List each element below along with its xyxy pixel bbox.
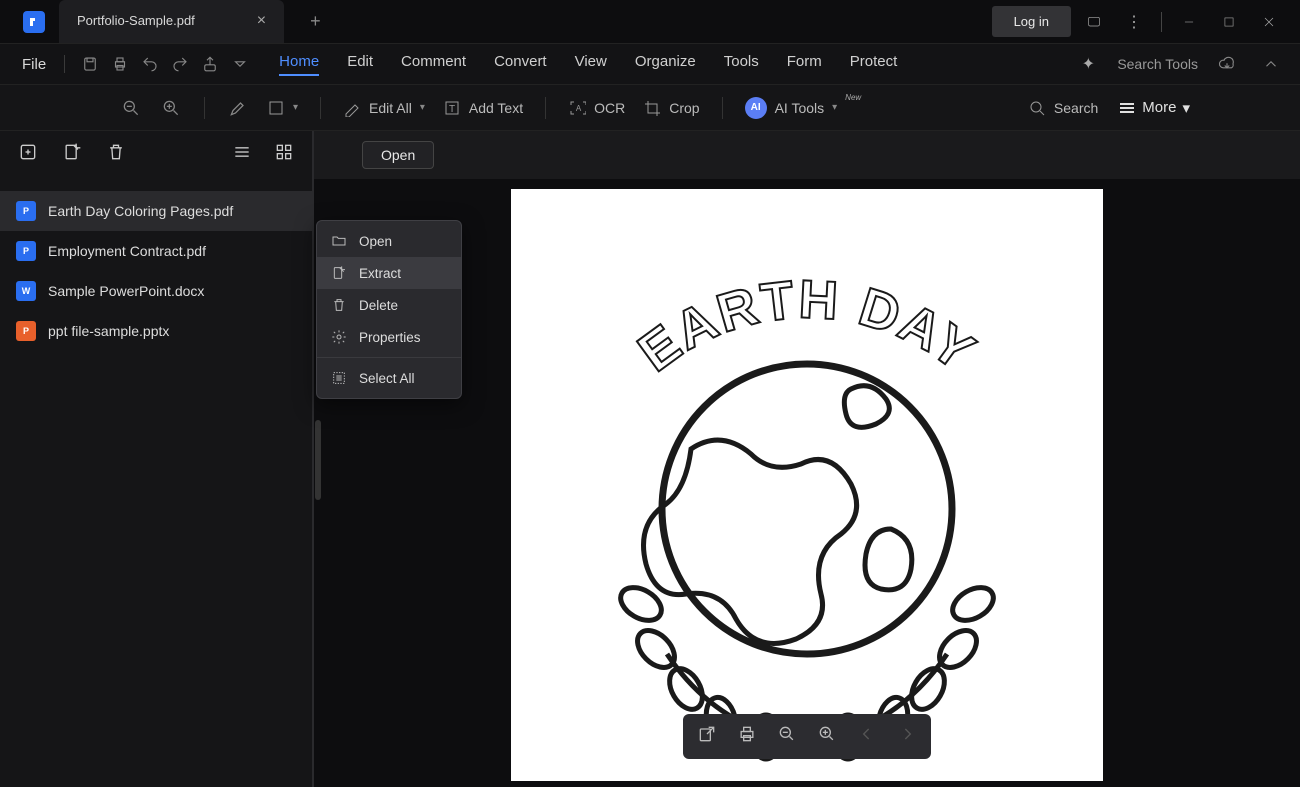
page-controls bbox=[683, 714, 931, 759]
titlebar: Portfolio-Sample.pdf × + Log in ⋮ bbox=[0, 0, 1300, 43]
tab-form[interactable]: Form bbox=[787, 53, 822, 76]
chevron-up-icon[interactable] bbox=[1256, 49, 1286, 79]
tab-title: Portfolio-Sample.pdf bbox=[77, 13, 195, 28]
file-item[interactable]: PEarth Day Coloring Pages.pdf bbox=[0, 191, 312, 231]
ctx-select-all[interactable]: Select All bbox=[317, 362, 461, 394]
word-icon: W bbox=[16, 281, 36, 301]
folder-icon bbox=[331, 233, 347, 249]
open-external-icon[interactable] bbox=[697, 724, 717, 749]
tab-tools[interactable]: Tools bbox=[724, 53, 759, 76]
close-tab-icon[interactable]: × bbox=[257, 12, 266, 30]
ctx-open[interactable]: Open bbox=[317, 225, 461, 257]
window-minimize-icon[interactable] bbox=[1172, 5, 1206, 39]
save-icon[interactable] bbox=[75, 49, 105, 79]
tab-comment[interactable]: Comment bbox=[401, 53, 466, 76]
zoom-out-page-icon[interactable] bbox=[777, 724, 797, 749]
extract-icon bbox=[331, 265, 347, 281]
sidebar-toolbar bbox=[0, 131, 312, 177]
dropdown-icon[interactable] bbox=[225, 49, 255, 79]
window-close-icon[interactable] bbox=[1252, 5, 1286, 39]
more-button[interactable]: More▾ bbox=[1118, 99, 1190, 117]
kebab-menu-icon[interactable]: ⋮ bbox=[1117, 5, 1151, 39]
tab-convert[interactable]: Convert bbox=[494, 53, 547, 76]
ctx-extract[interactable]: Extract bbox=[317, 257, 461, 289]
search-tools-input[interactable]: Search Tools bbox=[1117, 56, 1198, 72]
zoom-in-page-icon[interactable] bbox=[817, 724, 837, 749]
open-bar: Open bbox=[314, 131, 1300, 179]
document-content: EARTH DAY bbox=[511, 189, 1103, 781]
cloud-icon[interactable] bbox=[1212, 49, 1242, 79]
pdf-icon: P bbox=[16, 241, 36, 261]
extract-icon[interactable] bbox=[62, 142, 82, 167]
powerpoint-icon: P bbox=[16, 321, 36, 341]
add-file-icon[interactable] bbox=[18, 142, 38, 167]
sidebar: PEarth Day Coloring Pages.pdf PEmploymen… bbox=[0, 131, 314, 787]
ctx-properties[interactable]: Properties bbox=[317, 321, 461, 353]
menu-file[interactable]: File bbox=[14, 56, 54, 73]
highlight-icon[interactable] bbox=[221, 91, 255, 125]
bulb-icon[interactable]: ✦ bbox=[1073, 49, 1103, 79]
tab-view[interactable]: View bbox=[575, 53, 607, 76]
ctx-delete[interactable]: Delete bbox=[317, 289, 461, 321]
edit-all-button[interactable]: Edit All▾ bbox=[337, 99, 431, 117]
file-list: PEarth Day Coloring Pages.pdf PEmploymen… bbox=[0, 177, 312, 787]
file-item[interactable]: WSample PowerPoint.docx bbox=[0, 271, 312, 311]
file-item[interactable]: PEmployment Contract.pdf bbox=[0, 231, 312, 271]
svg-text:T: T bbox=[449, 104, 455, 115]
menu-tabs: Home Edit Comment Convert View Organize … bbox=[279, 53, 897, 76]
ai-tools-button[interactable]: AIAI Tools▾New bbox=[739, 97, 868, 119]
zoom-in-icon[interactable] bbox=[154, 91, 188, 125]
sidebar-resize-handle[interactable] bbox=[315, 420, 321, 500]
tab-home[interactable]: Home bbox=[279, 53, 319, 76]
tab-protect[interactable]: Protect bbox=[850, 53, 898, 76]
tab-organize[interactable]: Organize bbox=[635, 53, 696, 76]
select-all-icon bbox=[331, 370, 347, 386]
message-icon[interactable] bbox=[1077, 5, 1111, 39]
toolbar: ▾ Edit All▾ TAdd Text AOCR Crop AIAI Too… bbox=[0, 85, 1300, 131]
workspace: PEarth Day Coloring Pages.pdf PEmploymen… bbox=[0, 131, 1300, 787]
tab-edit[interactable]: Edit bbox=[347, 53, 373, 76]
ai-icon: AI bbox=[745, 97, 767, 119]
app-logo-icon bbox=[23, 11, 45, 33]
trash-icon[interactable] bbox=[106, 142, 126, 167]
search-button[interactable]: Search bbox=[1022, 99, 1104, 117]
zoom-out-icon[interactable] bbox=[114, 91, 148, 125]
list-view-icon[interactable] bbox=[232, 142, 252, 167]
document-tab[interactable]: Portfolio-Sample.pdf × bbox=[59, 0, 284, 43]
open-button[interactable]: Open bbox=[362, 141, 434, 169]
share-icon[interactable] bbox=[195, 49, 225, 79]
ocr-button[interactable]: AOCR bbox=[562, 99, 631, 117]
gear-icon bbox=[331, 329, 347, 345]
svg-text:A: A bbox=[576, 104, 582, 113]
add-text-button[interactable]: TAdd Text bbox=[437, 99, 529, 117]
next-page-icon[interactable] bbox=[897, 724, 917, 749]
new-tab-icon[interactable]: + bbox=[310, 11, 321, 32]
login-button[interactable]: Log in bbox=[992, 6, 1071, 37]
context-menu: Open Extract Delete Properties Select Al… bbox=[316, 220, 462, 399]
prev-page-icon[interactable] bbox=[857, 724, 877, 749]
print-icon[interactable] bbox=[105, 49, 135, 79]
undo-icon[interactable] bbox=[135, 49, 165, 79]
document-page[interactable]: EARTH DAY bbox=[511, 189, 1103, 781]
print-page-icon[interactable] bbox=[737, 724, 757, 749]
crop-button[interactable]: Crop bbox=[637, 99, 705, 117]
pdf-icon: P bbox=[16, 201, 36, 221]
grid-view-icon[interactable] bbox=[274, 142, 294, 167]
window-maximize-icon[interactable] bbox=[1212, 5, 1246, 39]
file-item[interactable]: Pppt file-sample.pptx bbox=[0, 311, 312, 351]
trash-icon bbox=[331, 297, 347, 313]
redo-icon[interactable] bbox=[165, 49, 195, 79]
shape-dropdown[interactable]: ▾ bbox=[261, 99, 304, 117]
menubar: File Home Edit Comment Convert View Orga… bbox=[0, 43, 1300, 85]
